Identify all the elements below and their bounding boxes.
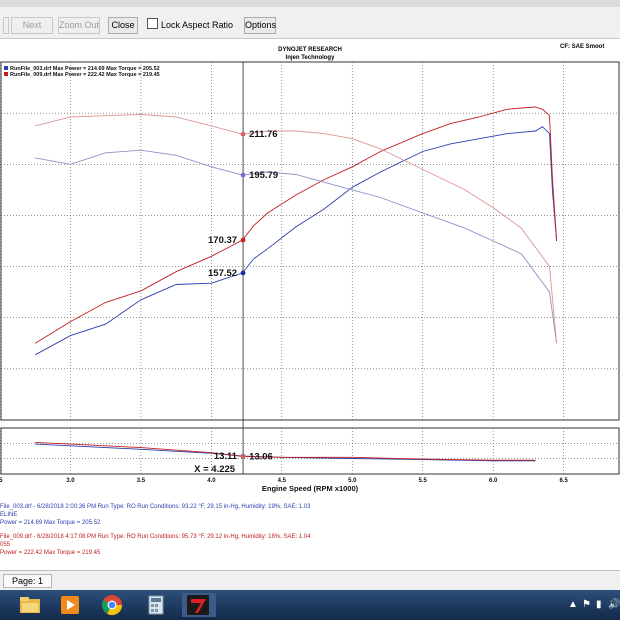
speaker-icon[interactable]: 🔊: [608, 599, 620, 610]
taskbar: ▲ ⚑ ▮ 🔊: [0, 590, 620, 620]
page-indicator: Page: 1: [3, 574, 53, 588]
toolbar: Next Zoom Out Close Lock Aspect Ratio Op…: [0, 0, 620, 39]
afr-marker-label: 13.06: [249, 451, 273, 462]
x-tick-label: 5.5: [419, 478, 428, 484]
x-tick-label: 6.0: [489, 478, 498, 484]
dyno-chart: 211.76 195.79 170.37 157.52 13.11 13.06 X = 4…: [0, 61, 620, 493]
dynojet-app-icon[interactable]: [182, 593, 216, 617]
x-axis-label: Engine Speed (RPM x1000): [262, 484, 359, 493]
cursor-marker-label: 195.79: [249, 170, 278, 181]
cursor-marker-label: 157.52: [208, 268, 237, 279]
file-explorer-icon[interactable]: [16, 593, 44, 617]
legend-swatch: [4, 72, 8, 76]
run2-info-line2: 055: [0, 542, 11, 548]
next-button[interactable]: Next: [11, 17, 53, 34]
x-tick-label: 3.0: [66, 478, 75, 484]
torque-series-line: [35, 149, 558, 344]
legend: RunFile_003.drf Max Power = 214.69 Max T…: [4, 66, 160, 78]
status-bar: Page: 1: [0, 570, 620, 591]
options-button[interactable]: Options: [244, 17, 276, 34]
lock-aspect-checkbox[interactable]: Lock Aspect Ratio: [147, 17, 233, 34]
run2-info-line1: File_009.drf - 6/28/2018 4:17:08 PM Run …: [0, 534, 311, 540]
power-series-line: [34, 126, 558, 356]
calculator-icon[interactable]: [142, 593, 170, 617]
lock-aspect-label: Lock Aspect Ratio: [161, 20, 234, 30]
flag-icon[interactable]: ⚑: [582, 599, 591, 610]
power-series-line: [34, 106, 558, 344]
title-strip: [0, 0, 620, 7]
cursor-marker: [240, 131, 246, 137]
chrome-icon[interactable]: [98, 593, 126, 617]
afr-plot-frame: [0, 427, 620, 475]
zoom-out-button[interactable]: Zoom Out: [58, 17, 100, 34]
run2-info-line3: Power = 222.42 Max Torque = 219.45: [0, 550, 101, 556]
cursor-marker-label: 170.37: [208, 235, 237, 246]
cursor-x-label: X = 4.225: [194, 464, 236, 475]
media-player-icon[interactable]: [56, 593, 84, 617]
afr-marker: [240, 454, 246, 459]
close-button[interactable]: Close: [108, 17, 138, 34]
x-tick-label: 4.0: [207, 478, 216, 484]
x-axis: .53.03.54.04.55.05.56.06.5Engine Speed (…: [0, 478, 568, 493]
cursor-marker: [240, 172, 246, 178]
afr-series-line: [35, 441, 536, 461]
cursor-marker: [240, 237, 246, 243]
run1-info-line2: ELINE: [0, 512, 18, 518]
afr-plot: 13.11 13.06 X = 4.225: [0, 427, 620, 475]
x-tick-label: 3.5: [137, 478, 146, 484]
run1-info-line1: File_003.drf - 6/28/2018 2:00:36 PM Run …: [0, 504, 311, 510]
x-tick-label: 6.5: [559, 478, 568, 484]
run1-info-line3: Power = 214.69 Max Torque = 205.52: [0, 520, 101, 526]
afr-series-line: [35, 443, 536, 462]
legend-swatch: [4, 66, 8, 70]
x-tick-label: .5: [0, 478, 3, 484]
power-torque-plot: 211.76 195.79 170.37 157.52: [0, 61, 620, 474]
cursor-marker-label: 211.76: [249, 129, 278, 140]
prev-button-edge[interactable]: [3, 17, 9, 34]
afr-marker-label: 13.11: [214, 451, 238, 462]
up-arrow-icon[interactable]: ▲: [568, 599, 578, 610]
checkbox-box[interactable]: [147, 18, 158, 29]
legend-entry: RunFile_009.drf Max Power = 222.42 Max T…: [10, 72, 160, 78]
torque-series-line: [35, 114, 558, 344]
signal-icon[interactable]: ▮: [596, 599, 602, 610]
cursor-marker: [240, 270, 246, 276]
